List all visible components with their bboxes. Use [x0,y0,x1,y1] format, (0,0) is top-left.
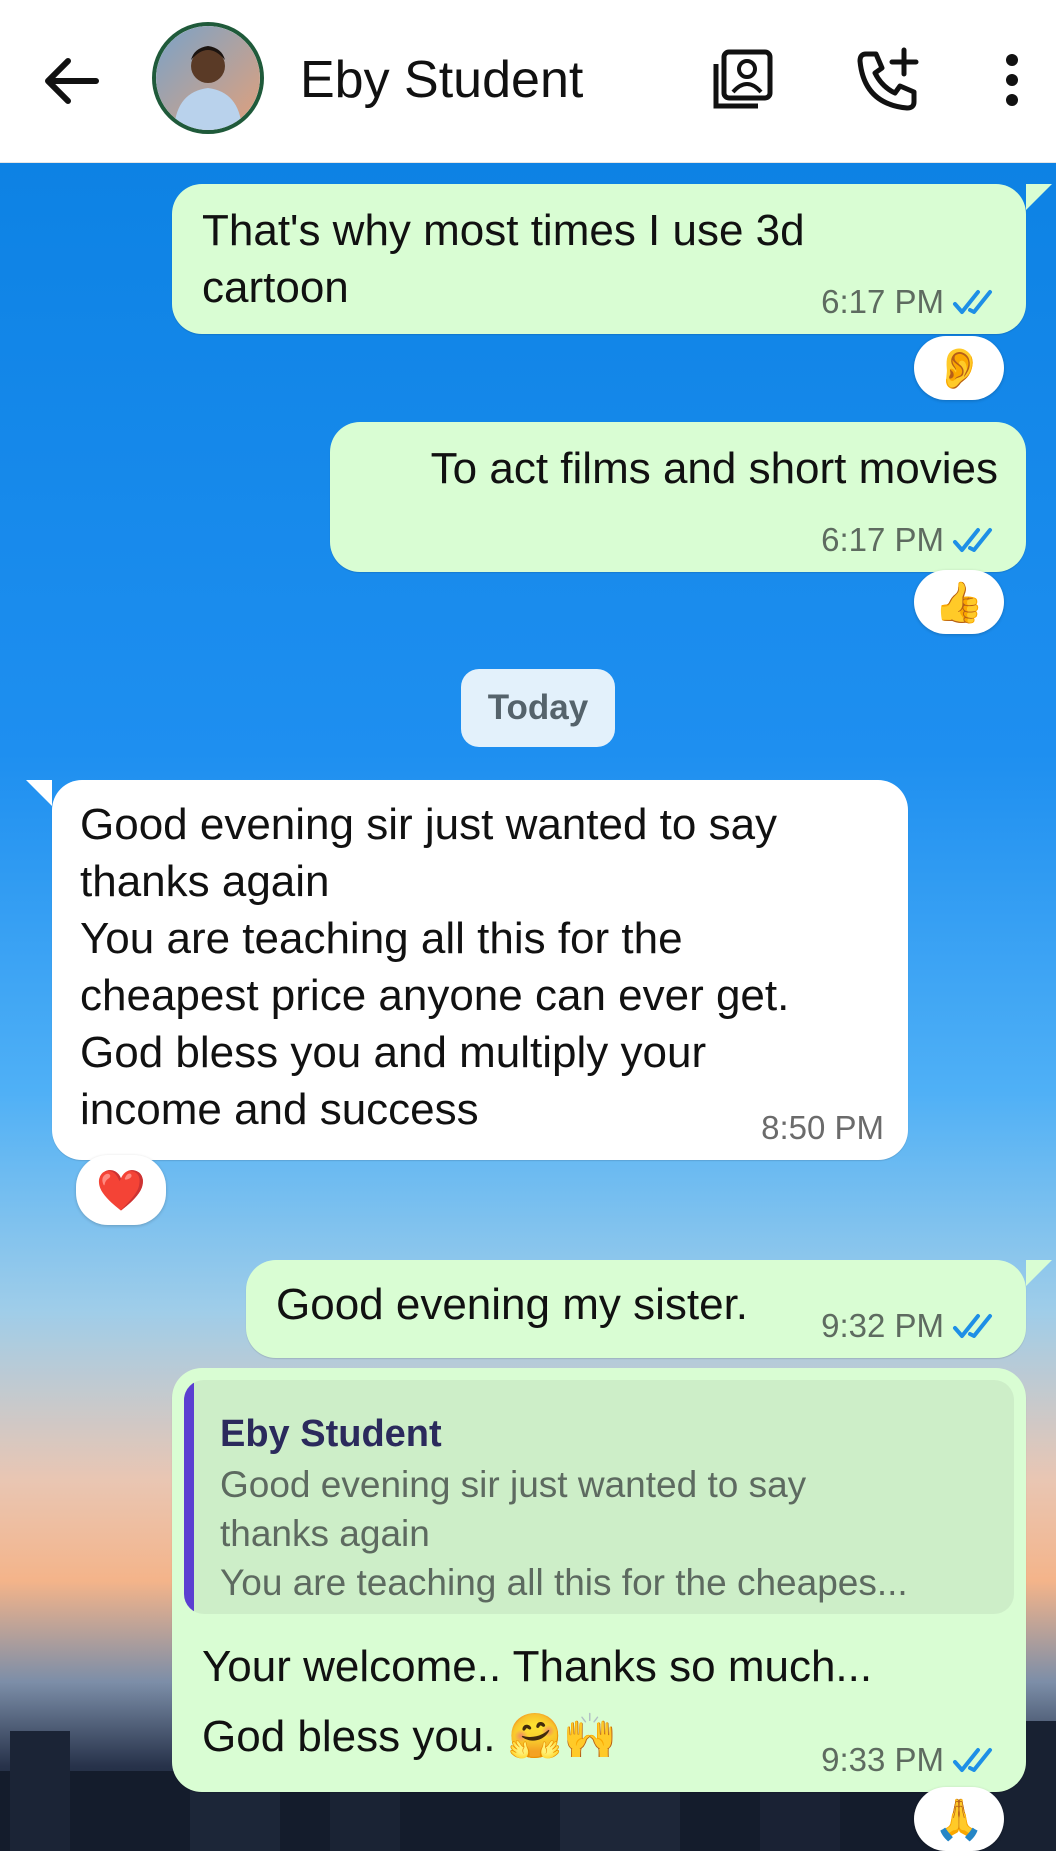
bubble-tail [1026,1260,1052,1286]
bubble-tail [26,780,52,806]
contact-info-button[interactable] [708,44,780,116]
quoted-text: Good evening sir just wanted to say than… [220,1460,990,1607]
quoted-line: You are teaching all this for the cheape… [220,1562,908,1603]
quoted-line: thanks again [220,1513,430,1554]
message-time: 9:32 PM [821,1307,944,1344]
reaction-badge[interactable]: ❤️ [76,1155,166,1225]
message-time: 6:17 PM [821,283,944,320]
heart-emoji-icon: ❤️ [96,1168,146,1213]
message-bubble-outgoing-reply[interactable]: Eby Student Good evening sir just wanted… [172,1368,1026,1792]
message-meta: 9:32 PM [821,1306,1002,1346]
back-arrow-icon [45,58,99,104]
message-meta: 8:50 PM [761,1108,884,1148]
message-meta: 6:17 PM [821,520,1002,560]
back-button[interactable] [36,46,106,116]
chat-area[interactable]: That's why most times I use 3d cartoon 6… [0,163,1056,1851]
bubble-tail [1026,184,1052,210]
message-bubble-outgoing[interactable]: Good evening my sister. 9:32 PM [246,1260,1026,1358]
avatar-photo-icon [156,26,260,130]
praying-hands-emoji-icon: 🙏 [934,1797,984,1842]
message-bubble-incoming[interactable]: Good evening sir just wanted to say than… [52,780,908,1160]
date-divider: Today [461,669,615,747]
read-ticks-icon [953,1314,992,1338]
more-vert-icon [1006,54,1018,106]
message-bubble-outgoing[interactable]: To act films and short movies 6:17 PM [330,422,1026,572]
ear-emoji-icon: 👂 [934,346,984,391]
read-ticks-icon [953,1748,992,1772]
reaction-badge[interactable]: 🙏 [914,1787,1004,1851]
contact-card-icon [713,49,773,109]
quoted-message[interactable]: Eby Student Good evening sir just wanted… [184,1380,1014,1614]
message-time: 6:17 PM [821,521,944,558]
add-call-button[interactable] [852,44,924,116]
read-ticks-icon [953,528,992,552]
message-text: Good evening sir just wanted to say than… [80,800,790,1134]
message-time: 8:50 PM [761,1109,884,1146]
message-text: Your welcome.. Thanks so much... God ble… [202,1642,873,1761]
quote-bar [184,1380,194,1614]
message-bubble-outgoing[interactable]: That's why most times I use 3d cartoon 6… [172,184,1026,334]
reaction-badge[interactable]: 👂 [914,336,1004,400]
more-options-button[interactable] [976,44,1026,116]
message-text: To act films and short movies [430,444,998,493]
avatar[interactable] [152,22,264,134]
add-call-icon [857,47,919,111]
quoted-author: Eby Student [220,1413,442,1455]
message-meta: 6:17 PM [821,282,1002,322]
thumbs-up-emoji-icon: 👍 [934,580,984,625]
contact-name[interactable]: Eby Student [300,48,583,112]
quoted-line: Good evening sir just wanted to say [220,1464,807,1505]
message-time: 9:33 PM [821,1741,944,1778]
reaction-badge[interactable]: 👍 [914,570,1004,634]
chat-header: Eby Student [0,0,1056,163]
read-ticks-icon [953,290,992,314]
message-meta: 9:33 PM [821,1740,1002,1780]
